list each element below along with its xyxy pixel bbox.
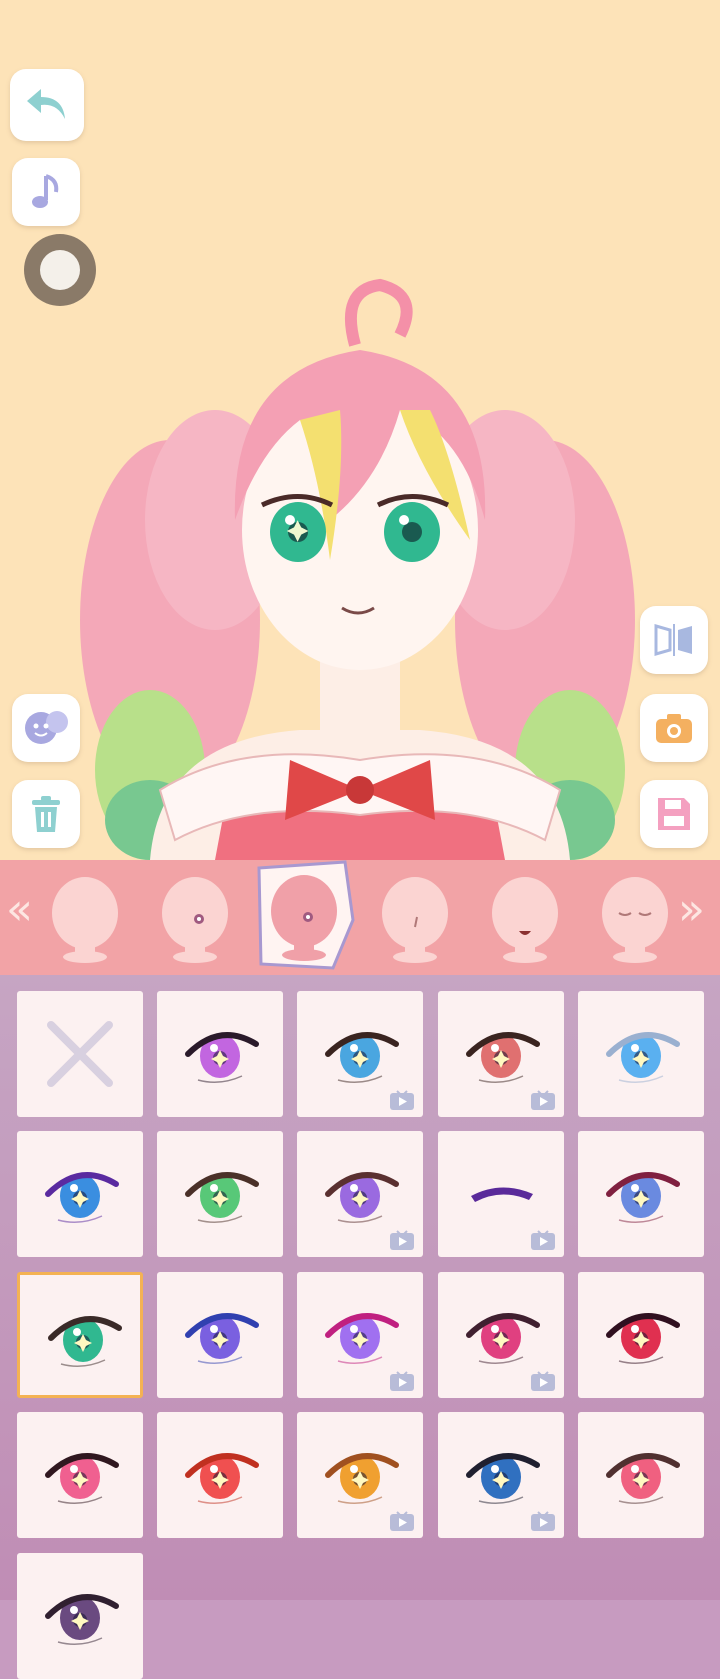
eye-option-20[interactable] — [17, 1553, 143, 1679]
mirror-flip-button[interactable] — [640, 606, 708, 674]
eye-style-icon — [466, 1313, 540, 1364]
head-mouth-icon — [492, 877, 558, 963]
video-ad-icon — [390, 1371, 414, 1391]
head-base-icon — [52, 877, 118, 963]
record-icon — [40, 250, 80, 290]
eye-style-icon — [606, 1032, 680, 1083]
character-stage — [0, 0, 720, 860]
video-ad-icon — [390, 1230, 414, 1250]
eye-style-icon — [185, 1453, 259, 1504]
eye-style-icon — [466, 1453, 540, 1504]
eye-style-icon — [48, 1316, 122, 1367]
head-eye-selected-icon — [271, 875, 337, 961]
eye-style-icon — [325, 1172, 399, 1223]
character-preview — [80, 278, 635, 860]
video-ad-icon — [531, 1371, 555, 1391]
eye-option-1[interactable] — [157, 991, 283, 1117]
eye-option-19[interactable] — [578, 1412, 704, 1538]
mirror-flip-icon — [654, 624, 692, 656]
category-tab-3[interactable] — [253, 860, 355, 972]
eye-option-5[interactable] — [17, 1131, 143, 1257]
video-ad-icon — [390, 1090, 414, 1110]
video-ad-icon — [531, 1230, 555, 1250]
eye-style-icon — [471, 1187, 533, 1202]
eye-style-icon — [185, 1313, 259, 1364]
music-button[interactable] — [12, 158, 80, 226]
eye-style-icon — [606, 1172, 680, 1223]
eye-option-none[interactable] — [17, 991, 143, 1117]
sticker-button[interactable] — [12, 694, 80, 762]
scroll-left-icon[interactable]: « — [6, 888, 33, 932]
undo-icon — [27, 89, 65, 119]
eye-style-icon — [185, 1032, 259, 1083]
eye-option-13[interactable] — [438, 1272, 564, 1398]
category-strip: « » — [0, 860, 720, 975]
category-tab-2[interactable] — [145, 868, 245, 968]
eye-option-16[interactable] — [157, 1412, 283, 1538]
music-note-icon — [32, 174, 59, 208]
trash-icon — [32, 796, 60, 832]
category-tab-1[interactable] — [35, 868, 135, 968]
camera-button[interactable] — [640, 694, 708, 762]
none-x-icon — [47, 1021, 113, 1087]
head-nose-icon — [382, 877, 448, 963]
category-tab-5[interactable] — [475, 868, 575, 968]
delete-button[interactable] — [12, 780, 80, 848]
eye-style-icon — [466, 1032, 540, 1083]
eye-option-14[interactable] — [578, 1272, 704, 1398]
video-ad-icon — [390, 1511, 414, 1531]
eye-option-4[interactable] — [578, 991, 704, 1117]
camera-icon — [656, 714, 692, 743]
eye-style-icon — [325, 1313, 399, 1364]
eye-options-grid — [0, 975, 720, 1679]
eye-option-3[interactable] — [438, 991, 564, 1117]
eye-option-11[interactable] — [157, 1272, 283, 1398]
eye-style-icon — [45, 1594, 119, 1645]
video-ad-icon — [531, 1090, 555, 1110]
undo-button[interactable] — [10, 69, 84, 141]
video-ad-icon — [531, 1511, 555, 1531]
eye-option-18[interactable] — [438, 1412, 564, 1538]
eye-style-icon — [325, 1453, 399, 1504]
eye-option-10[interactable] — [17, 1272, 143, 1398]
eye-style-icon — [45, 1453, 119, 1504]
record-button[interactable] — [24, 234, 96, 306]
head-eye-icon — [162, 877, 228, 963]
head-brows-icon — [602, 877, 668, 963]
eye-style-icon — [606, 1313, 680, 1364]
eye-style-icon — [45, 1172, 119, 1223]
eye-style-icon — [325, 1032, 399, 1083]
eye-option-9[interactable] — [578, 1131, 704, 1257]
sticker-face-icon — [25, 711, 68, 744]
eye-option-12[interactable] — [297, 1272, 423, 1398]
eye-option-17[interactable] — [297, 1412, 423, 1538]
eye-style-icon — [606, 1453, 680, 1504]
eye-option-8[interactable] — [438, 1131, 564, 1257]
eye-option-7[interactable] — [297, 1131, 423, 1257]
eye-option-2[interactable] — [297, 991, 423, 1117]
category-tab-6[interactable] — [585, 868, 685, 968]
save-button[interactable] — [640, 780, 708, 848]
eye-option-6[interactable] — [157, 1131, 283, 1257]
category-tab-4[interactable] — [365, 868, 465, 968]
save-icon — [658, 798, 690, 830]
eye-style-icon — [185, 1172, 259, 1223]
eye-option-15[interactable] — [17, 1412, 143, 1538]
